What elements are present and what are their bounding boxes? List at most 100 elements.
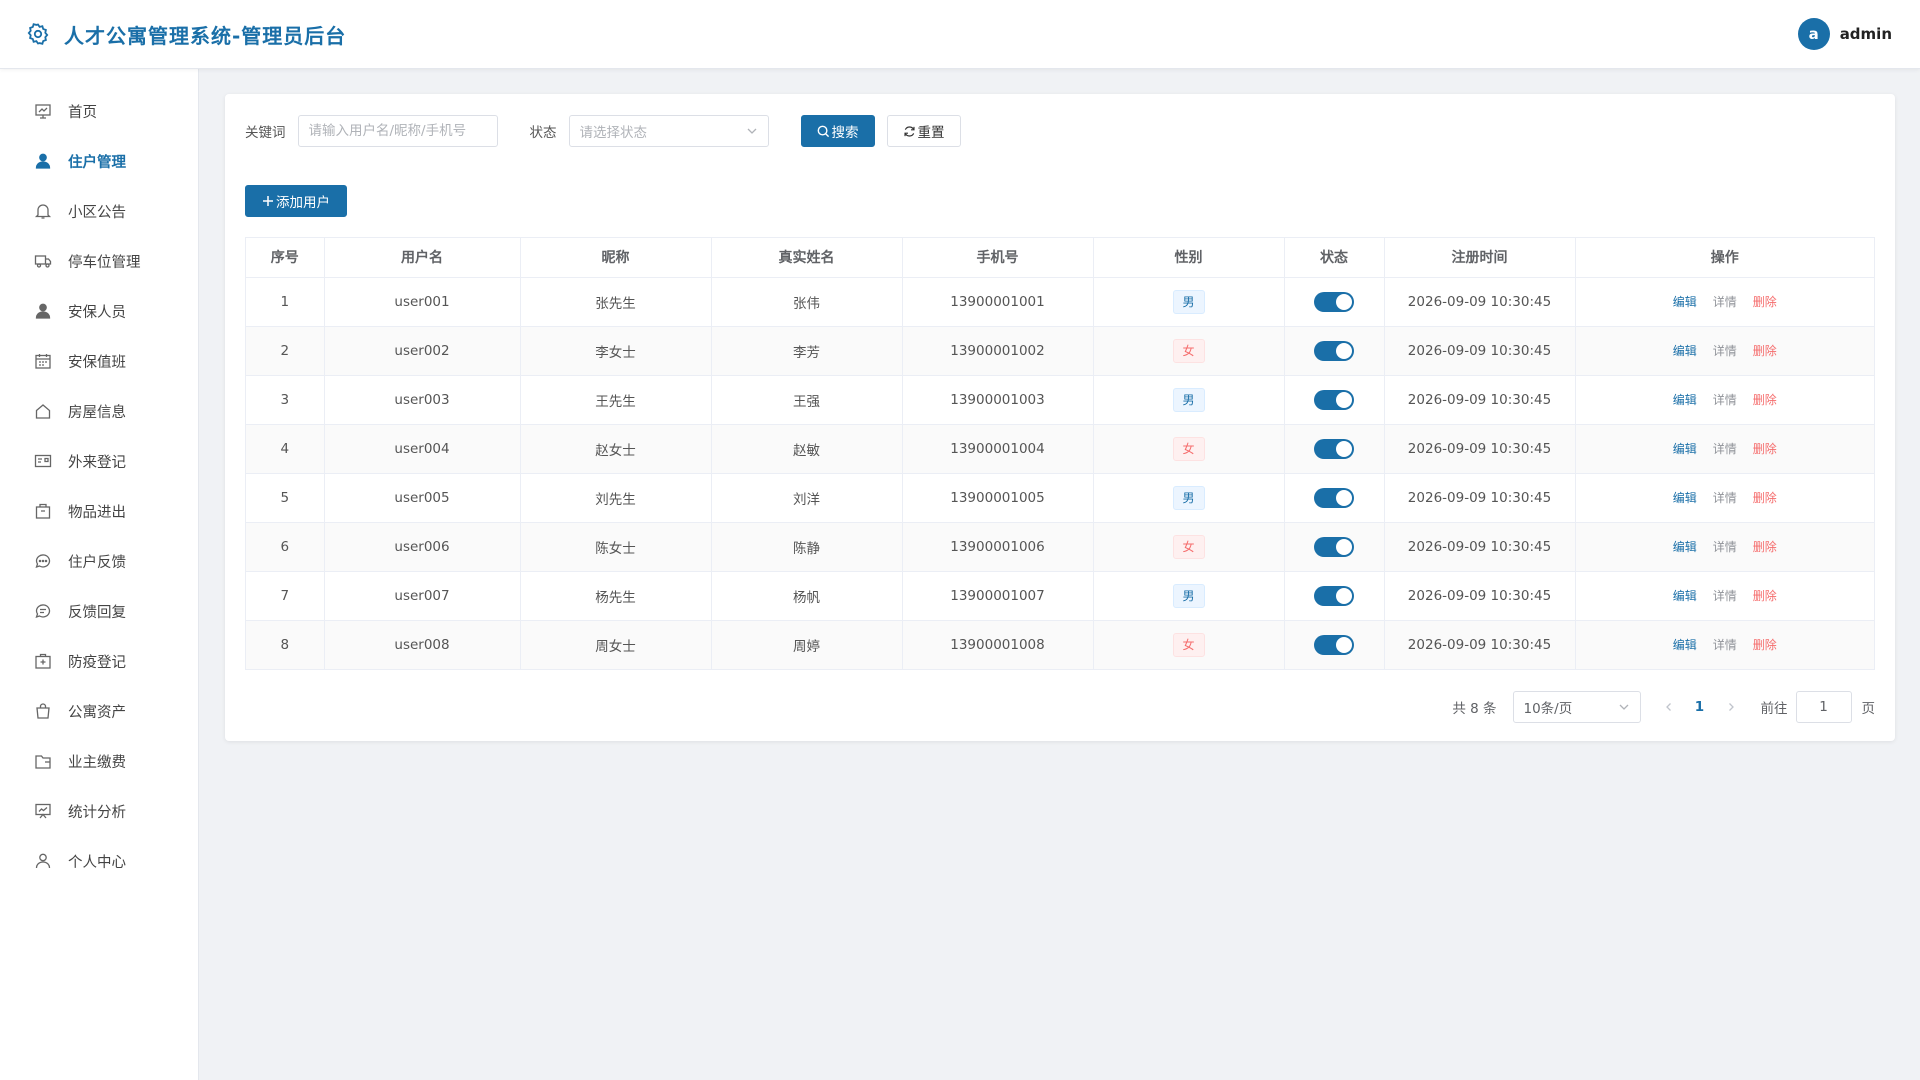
- username[interactable]: admin: [1840, 25, 1892, 43]
- detail-button[interactable]: 详情: [1713, 393, 1737, 407]
- row-nickname: 赵女士: [520, 424, 712, 474]
- search-button[interactable]: 搜索: [800, 115, 875, 147]
- edit-button[interactable]: 编辑: [1673, 393, 1697, 407]
- edit-button[interactable]: 编辑: [1673, 295, 1697, 309]
- sidebar-item-11[interactable]: 防疫登记: [0, 636, 198, 686]
- detail-button[interactable]: 详情: [1713, 491, 1737, 505]
- detail-button[interactable]: 详情: [1713, 638, 1737, 652]
- user-menu[interactable]: a admin: [1797, 18, 1892, 50]
- row-gender-cell: 女: [1093, 424, 1285, 474]
- status-toggle[interactable]: [1314, 340, 1354, 361]
- calendar-icon: [34, 352, 52, 370]
- column-header: 用户名: [324, 238, 521, 278]
- delete-button[interactable]: 删除: [1753, 295, 1777, 309]
- sidebar-item-0[interactable]: 首页: [0, 86, 198, 136]
- chat-dots-icon: [34, 552, 52, 570]
- toggle-knob: [1336, 342, 1352, 359]
- sidebar-item-2[interactable]: 小区公告: [0, 186, 198, 236]
- status-select[interactable]: 请选择状态: [568, 115, 769, 147]
- refresh-icon: [903, 125, 916, 138]
- pagination: 共 8 条 10条/页 1 前往 页: [1452, 691, 1875, 723]
- page-size-value: 10条/页: [1523, 701, 1573, 717]
- detail-button[interactable]: 详情: [1713, 442, 1737, 456]
- status-toggle[interactable]: [1314, 389, 1354, 410]
- next-page-button[interactable]: [1721, 702, 1741, 712]
- goto-page-input[interactable]: [1795, 691, 1852, 723]
- sidebar-item-7[interactable]: 外来登记: [0, 436, 198, 486]
- edit-button[interactable]: 编辑: [1673, 491, 1697, 505]
- gear-icon[interactable]: [26, 22, 50, 46]
- row-username: user004: [324, 424, 521, 474]
- sidebar-item-3[interactable]: 停车位管理: [0, 236, 198, 286]
- edit-button[interactable]: 编辑: [1673, 638, 1697, 652]
- toggle-knob: [1336, 587, 1352, 604]
- row-gender-cell: 女: [1093, 326, 1285, 376]
- sidebar-item-9[interactable]: 住户反馈: [0, 536, 198, 586]
- sidebar-item-label: 业主缴费: [68, 754, 126, 771]
- avatar[interactable]: a: [1797, 18, 1830, 50]
- row-nickname: 陈女士: [520, 522, 712, 572]
- delete-button[interactable]: 删除: [1753, 540, 1777, 554]
- gender-tag: 男: [1172, 387, 1205, 412]
- table-row: 4 user004 赵女士 赵敏 13900001004 女 2026-09-09 10:3…: [246, 424, 1874, 474]
- row-actions: 编辑 详情 删除: [1575, 424, 1874, 474]
- gender-tag: 男: [1172, 289, 1205, 314]
- edit-button[interactable]: 编辑: [1673, 540, 1697, 554]
- sidebar-item-13[interactable]: 业主缴费: [0, 736, 198, 786]
- edit-button[interactable]: 编辑: [1673, 344, 1697, 358]
- delete-button[interactable]: 删除: [1753, 491, 1777, 505]
- delete-button[interactable]: 删除: [1753, 393, 1777, 407]
- row-username: user006: [324, 522, 521, 572]
- reset-button[interactable]: 重置: [886, 115, 961, 147]
- sidebar-item-label: 物品进出: [68, 504, 126, 521]
- detail-button[interactable]: 详情: [1713, 344, 1737, 358]
- sidebar-item-6[interactable]: 房屋信息: [0, 386, 198, 436]
- detail-button[interactable]: 详情: [1713, 540, 1737, 554]
- sidebar-item-10[interactable]: 反馈回复: [0, 586, 198, 636]
- row-phone: 13900001007: [902, 571, 1094, 621]
- sidebar-item-label: 安保值班: [68, 354, 126, 371]
- row-realname: 王强: [711, 375, 903, 425]
- delete-button[interactable]: 删除: [1753, 589, 1777, 603]
- add-user-button[interactable]: 添加用户: [245, 185, 347, 217]
- row-status-cell: [1284, 522, 1385, 572]
- row-nickname: 杨先生: [520, 571, 712, 621]
- dashboard-icon: [34, 102, 52, 120]
- row-registered: 2026-09-09 10:30:45: [1384, 571, 1576, 621]
- row-username: user002: [324, 326, 521, 376]
- page-number[interactable]: 1: [1685, 699, 1715, 715]
- sidebar-item-12[interactable]: 公寓资产: [0, 686, 198, 736]
- keyword-input[interactable]: [297, 115, 498, 147]
- status-toggle[interactable]: [1314, 487, 1354, 508]
- sidebar-item-15[interactable]: 个人中心: [0, 836, 198, 886]
- app-title: 人才公寓管理系统-管理员后台: [64, 23, 347, 48]
- sidebar-item-label: 停车位管理: [68, 254, 141, 271]
- delete-button[interactable]: 删除: [1753, 442, 1777, 456]
- sidebar-item-label: 反馈回复: [68, 604, 126, 621]
- edit-button[interactable]: 编辑: [1673, 442, 1697, 456]
- delete-button[interactable]: 删除: [1753, 344, 1777, 358]
- sidebar-item-8[interactable]: 物品进出: [0, 486, 198, 536]
- toggle-knob: [1336, 391, 1352, 408]
- row-username: user001: [324, 277, 521, 327]
- status-toggle[interactable]: [1314, 585, 1354, 606]
- page-size-select[interactable]: 10条/页: [1512, 691, 1641, 723]
- sidebar-item-14[interactable]: 统计分析: [0, 786, 198, 836]
- sidebar-item-1[interactable]: 住户管理: [0, 136, 198, 186]
- status-toggle[interactable]: [1314, 536, 1354, 557]
- sidebar-item-4[interactable]: 安保人员: [0, 286, 198, 336]
- user-icon: [34, 852, 52, 870]
- sidebar-item-5[interactable]: 安保值班: [0, 336, 198, 386]
- detail-button[interactable]: 详情: [1713, 295, 1737, 309]
- status-toggle[interactable]: [1314, 438, 1354, 459]
- toggle-knob: [1336, 440, 1352, 457]
- chat-line-icon: [34, 602, 52, 620]
- detail-button[interactable]: 详情: [1713, 589, 1737, 603]
- delete-button[interactable]: 删除: [1753, 638, 1777, 652]
- status-toggle[interactable]: [1314, 634, 1354, 655]
- status-toggle[interactable]: [1314, 291, 1354, 312]
- table-row: 6 user006 陈女士 陈静 13900001006 女 2026-09-09 10:3…: [246, 522, 1874, 572]
- prev-page-button[interactable]: [1659, 702, 1679, 712]
- row-gender-cell: 男: [1093, 473, 1285, 523]
- edit-button[interactable]: 编辑: [1673, 589, 1697, 603]
